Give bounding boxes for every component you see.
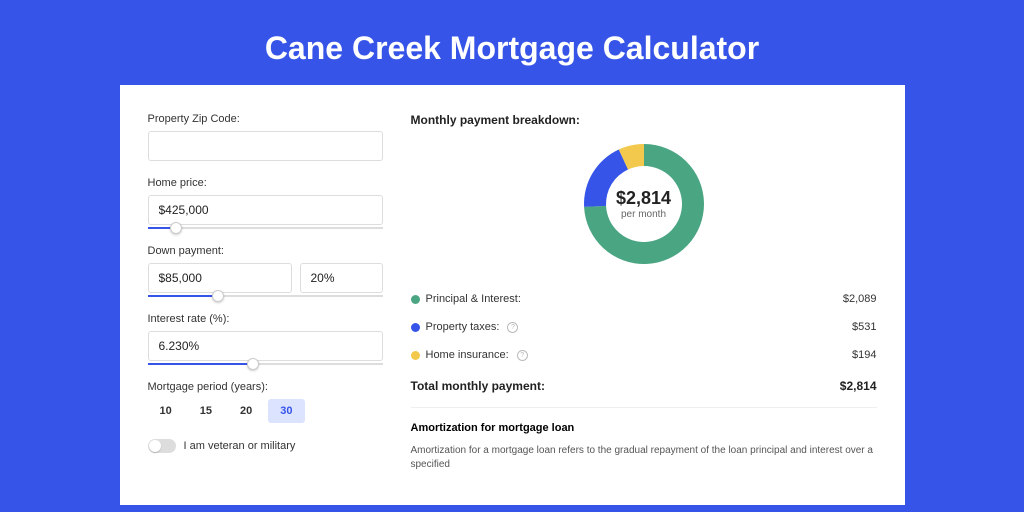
breakdown-heading: Monthly payment breakdown: xyxy=(411,113,877,127)
legend-row: Principal & Interest: $2,089 xyxy=(411,285,877,313)
toggle-knob xyxy=(149,440,161,452)
breakdown-legend: Principal & Interest: $2,089 Property taxe… xyxy=(411,285,877,369)
total-row: Total monthly payment: $2,814 xyxy=(411,369,877,407)
down-payment-slider[interactable] xyxy=(148,295,383,297)
period-button-20[interactable]: 20 xyxy=(228,399,264,423)
down-payment-amount-input[interactable] xyxy=(148,263,292,293)
home-price-slider[interactable] xyxy=(148,227,383,229)
legend-dot-icon xyxy=(411,295,420,304)
donut-chart-wrap: $2,814 per month xyxy=(411,139,877,269)
veteran-toggle-row: I am veteran or military xyxy=(148,439,383,453)
legend-label: Home insurance: xyxy=(426,349,509,361)
home-price-input[interactable] xyxy=(148,195,383,225)
total-value: $2,814 xyxy=(840,379,877,393)
slider-thumb[interactable] xyxy=(170,222,182,234)
calculator-card: Property Zip Code: Home price: Down paym… xyxy=(120,85,905,505)
zip-label: Property Zip Code: xyxy=(148,113,383,125)
info-icon[interactable]: ? xyxy=(517,350,528,361)
legend-value: $194 xyxy=(852,349,876,361)
interest-rate-label: Interest rate (%): xyxy=(148,313,383,325)
amortization-text: Amortization for a mortgage loan refers … xyxy=(411,444,877,472)
donut-amount: $2,814 xyxy=(616,188,671,209)
down-payment-percent-input[interactable] xyxy=(300,263,383,293)
page-title: Cane Creek Mortgage Calculator xyxy=(0,0,1024,85)
legend-dot-icon xyxy=(411,351,420,360)
down-payment-label: Down payment: xyxy=(148,245,383,257)
amortization-title: Amortization for mortgage loan xyxy=(411,422,877,434)
down-payment-field: Down payment: xyxy=(148,245,383,297)
period-button-10[interactable]: 10 xyxy=(148,399,184,423)
donut-chart: $2,814 per month xyxy=(579,139,709,269)
home-price-label: Home price: xyxy=(148,177,383,189)
interest-rate-field: Interest rate (%): xyxy=(148,313,383,365)
slider-fill xyxy=(148,295,219,297)
veteran-label: I am veteran or military xyxy=(184,440,296,452)
slider-fill xyxy=(148,363,254,365)
total-label: Total monthly payment: xyxy=(411,379,545,393)
period-button-15[interactable]: 15 xyxy=(188,399,224,423)
slider-thumb[interactable] xyxy=(212,290,224,302)
zip-input[interactable] xyxy=(148,131,383,161)
legend-label: Property taxes: xyxy=(426,321,500,333)
interest-rate-slider[interactable] xyxy=(148,363,383,365)
period-button-30[interactable]: 30 xyxy=(268,399,304,423)
donut-center: $2,814 per month xyxy=(616,188,671,220)
amortization-section: Amortization for mortgage loan Amortizat… xyxy=(411,407,877,472)
interest-rate-input[interactable] xyxy=(148,331,383,361)
mortgage-period-field: Mortgage period (years): 10152030 xyxy=(148,381,383,423)
legend-value: $2,089 xyxy=(843,293,877,305)
info-icon[interactable]: ? xyxy=(507,322,518,333)
veteran-toggle[interactable] xyxy=(148,439,176,453)
legend-row: Property taxes:? $531 xyxy=(411,313,877,341)
legend-dot-icon xyxy=(411,323,420,332)
mortgage-period-label: Mortgage period (years): xyxy=(148,381,383,393)
breakdown-panel: Monthly payment breakdown: $2,814 per mo… xyxy=(411,113,877,505)
home-price-field: Home price: xyxy=(148,177,383,229)
legend-row: Home insurance:? $194 xyxy=(411,341,877,369)
legend-value: $531 xyxy=(852,321,876,333)
slider-thumb[interactable] xyxy=(247,358,259,370)
mortgage-period-options: 10152030 xyxy=(148,399,383,423)
donut-subtext: per month xyxy=(616,209,671,220)
form-panel: Property Zip Code: Home price: Down paym… xyxy=(148,113,383,505)
zip-field: Property Zip Code: xyxy=(148,113,383,161)
legend-label: Principal & Interest: xyxy=(426,293,521,305)
